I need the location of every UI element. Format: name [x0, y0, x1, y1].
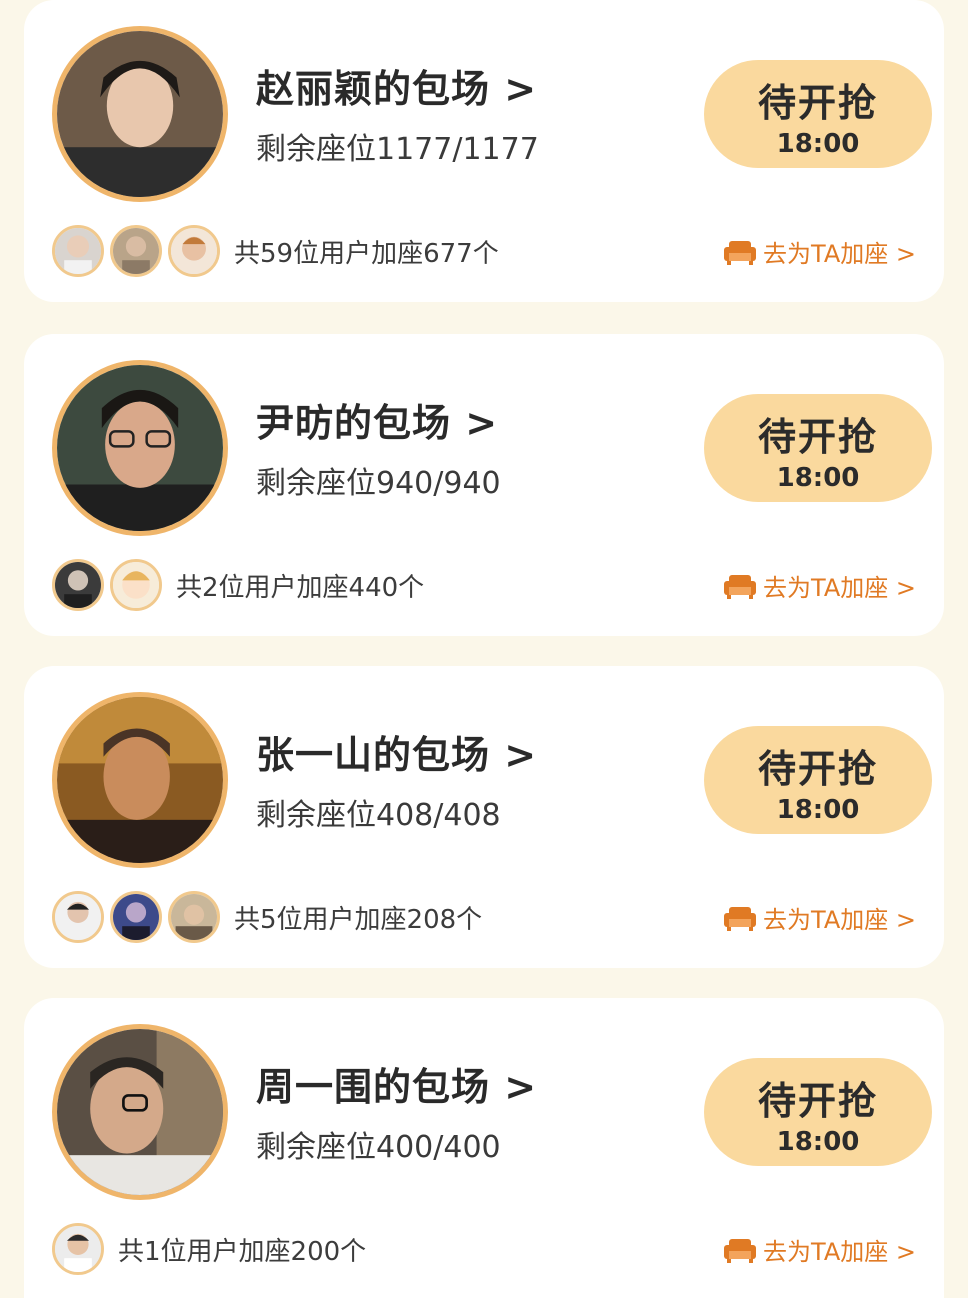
add-seat-link[interactable]: 去为TA加座 >: [723, 234, 916, 269]
screening-title[interactable]: 周一围的包场 >: [256, 1056, 537, 1111]
supporter-avatar: [168, 225, 220, 277]
grab-button[interactable]: 待开抢 18:00: [704, 726, 932, 834]
grab-button-label: 待开抢: [757, 1079, 878, 1123]
supporters-summary: 共59位用户加座677个: [234, 238, 499, 269]
grab-button-label: 待开抢: [757, 415, 878, 459]
add-seat-link[interactable]: 去为TA加座 >: [723, 568, 916, 603]
supporters-summary: 共5位用户加座208个: [234, 904, 483, 935]
grab-button[interactable]: 待开抢 18:00: [704, 1058, 932, 1166]
screening-card[interactable]: 张一山的包场 > 剩余座位408/408 待开抢 18:00 共5位用户加座20…: [24, 666, 944, 968]
sofa-icon: [724, 574, 757, 599]
supporter-avatar: [52, 891, 104, 943]
grab-button-time: 18:00: [776, 129, 860, 159]
grab-button-time: 18:00: [776, 795, 860, 825]
supporter-avatar: [168, 891, 220, 943]
sofa-icon: [724, 240, 757, 265]
add-seat-label: 去为TA加座 >: [763, 1238, 916, 1266]
screening-card[interactable]: 周一围的包场 > 剩余座位400/400 待开抢 18:00 共1位用户加座20…: [24, 998, 944, 1298]
add-seat-label: 去为TA加座 >: [763, 906, 916, 934]
add-seat-label: 去为TA加座 >: [763, 240, 916, 268]
supporter-avatar: [52, 1223, 104, 1275]
host-portrait[interactable]: [52, 360, 228, 536]
supporter-avatar: [52, 559, 104, 611]
grab-button[interactable]: 待开抢 18:00: [704, 60, 932, 168]
host-portrait[interactable]: [52, 26, 228, 202]
supporter-avatar: [110, 891, 162, 943]
host-portrait[interactable]: [52, 1024, 228, 1200]
grab-button[interactable]: 待开抢 18:00: [704, 394, 932, 502]
screening-card[interactable]: 赵丽颖的包场 > 剩余座位1177/1177 待开抢 18:00 共59位用户加…: [24, 0, 944, 302]
remaining-seats: 剩余座位1177/1177: [256, 132, 539, 167]
grab-button-label: 待开抢: [757, 81, 878, 125]
supporter-avatar: [110, 559, 162, 611]
supporters-row: 共59位用户加座677个: [52, 224, 499, 278]
sofa-icon: [724, 1238, 757, 1263]
remaining-seats: 剩余座位400/400: [256, 1130, 501, 1165]
sofa-icon: [724, 906, 757, 931]
screening-title[interactable]: 张一山的包场 >: [256, 724, 537, 779]
supporters-row: 共1位用户加座200个: [52, 1222, 366, 1276]
remaining-seats: 剩余座位940/940: [256, 466, 501, 501]
grab-button-label: 待开抢: [757, 747, 878, 791]
screening-list: 赵丽颖的包场 > 剩余座位1177/1177 待开抢 18:00 共59位用户加…: [0, 0, 968, 1298]
supporters-row: 共5位用户加座208个: [52, 890, 482, 944]
supporters-summary: 共1位用户加座200个: [118, 1236, 367, 1267]
screening-title[interactable]: 赵丽颖的包场 >: [256, 58, 537, 113]
supporters-row: 共2位用户加座440个: [52, 558, 424, 612]
grab-button-time: 18:00: [776, 1127, 860, 1157]
screening-card[interactable]: 尹昉的包场 > 剩余座位940/940 待开抢 18:00 共2位用户加座440…: [24, 334, 944, 636]
screening-title[interactable]: 尹昉的包场 >: [256, 392, 498, 447]
supporter-avatar: [110, 225, 162, 277]
add-seat-link[interactable]: 去为TA加座 >: [723, 900, 916, 935]
supporter-avatar: [52, 225, 104, 277]
grab-button-time: 18:00: [776, 463, 860, 493]
add-seat-label: 去为TA加座 >: [763, 574, 916, 602]
host-portrait[interactable]: [52, 692, 228, 868]
remaining-seats: 剩余座位408/408: [256, 798, 501, 833]
supporters-summary: 共2位用户加座440个: [176, 572, 425, 603]
add-seat-link[interactable]: 去为TA加座 >: [723, 1232, 916, 1267]
